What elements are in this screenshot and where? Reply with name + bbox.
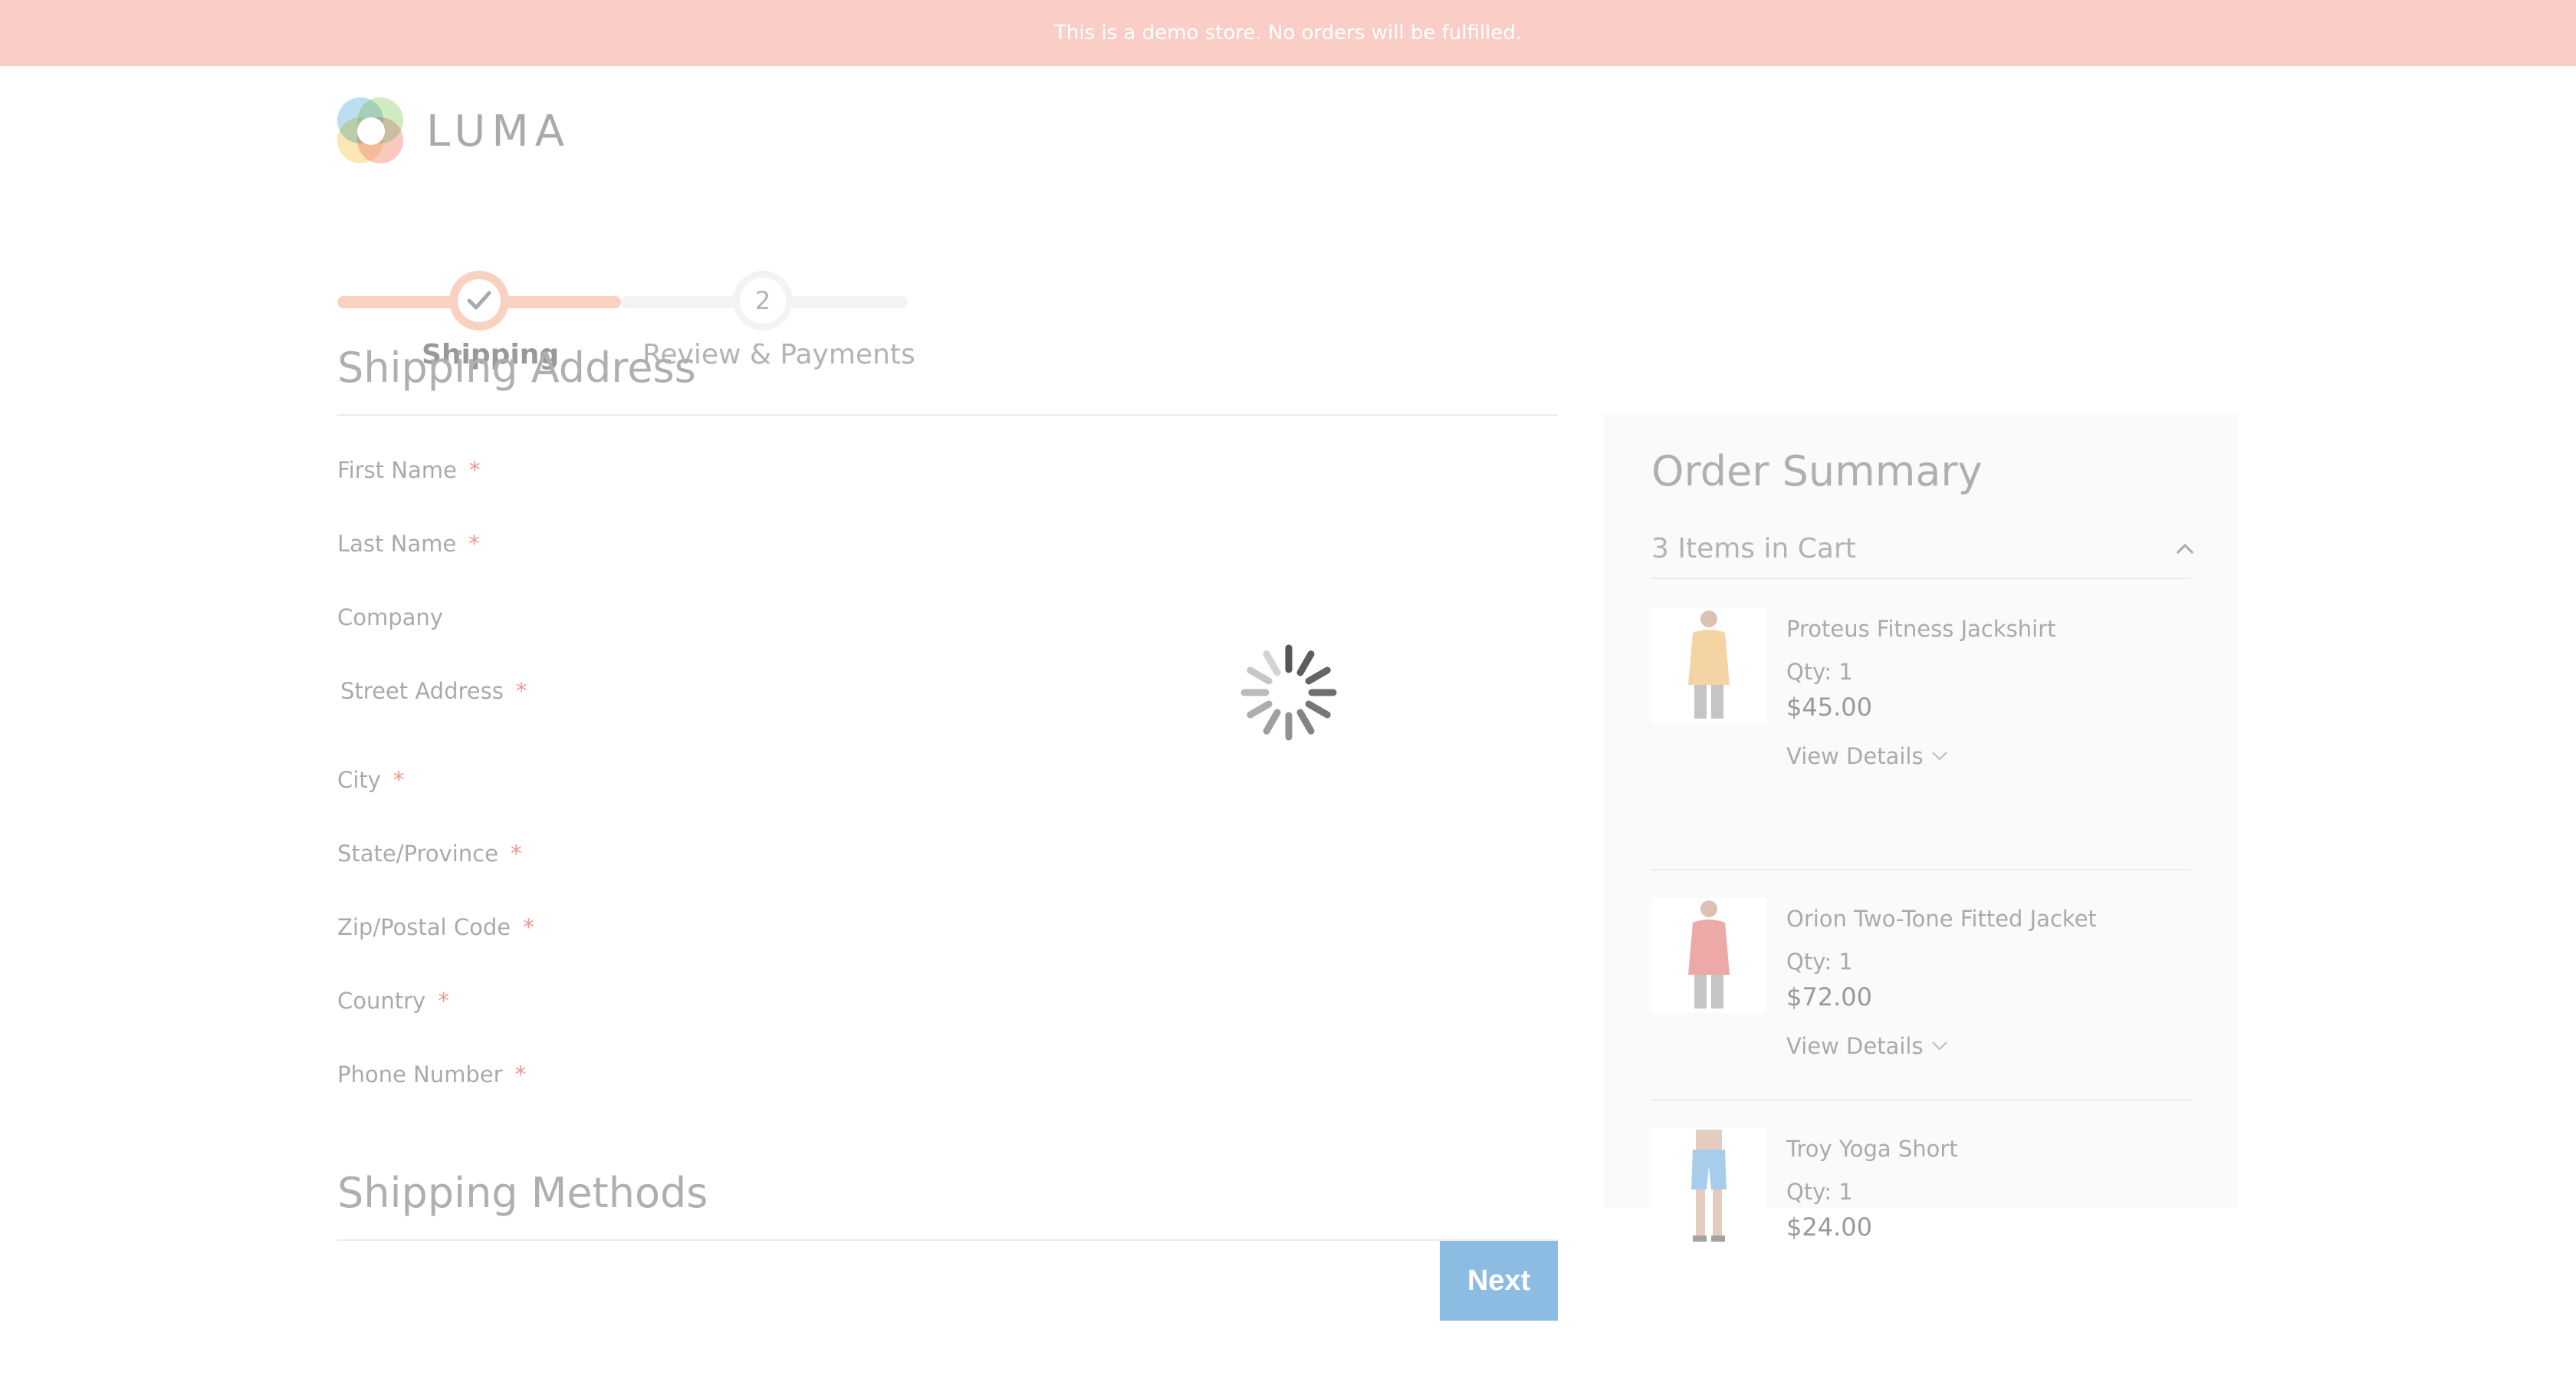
demo-store-notice: This is a demo store. No orders will be …: [1053, 21, 1523, 44]
order-summary: Order Summary 3 Items in Cart Proteus Fi…: [1604, 413, 2239, 1243]
country-label: Country *: [337, 988, 449, 1014]
chevron-up-icon[interactable]: [2171, 535, 2199, 562]
item-name: Orion Two-Tone Fitted Jacket: [1786, 906, 2097, 932]
step-review-marker: 2: [733, 271, 793, 331]
checkout-progress-bar: 2 Shipping Review & Payments: [337, 201, 915, 370]
shipping-address-title: Shipping Address: [337, 344, 696, 392]
chevron-down-icon: [1931, 752, 1947, 761]
jacket-image: [1688, 900, 1730, 1009]
shipping-methods-divider: [337, 1239, 1558, 1241]
product-thumbnail[interactable]: [1651, 1128, 1766, 1243]
luma-logo[interactable]: LUMA: [337, 97, 570, 166]
step-shipping-marker: [449, 271, 509, 331]
jackshirt-image: [1688, 610, 1730, 719]
item-qty: Qty: 1: [1786, 949, 1853, 975]
item-price: $24.00: [1786, 1213, 1872, 1242]
last-name-label: Last Name *: [337, 531, 480, 557]
item-price: $72.00: [1786, 982, 1872, 1012]
city-label: City *: [337, 767, 405, 793]
cart-item: Troy Yoga Short Qty: 1 $24.00: [1651, 1128, 2191, 1243]
item-name: Proteus Fitness Jackshirt: [1786, 616, 2056, 642]
yoga-short-image: [1691, 1130, 1727, 1242]
cart-items-toggle[interactable]: 3 Items in Cart: [1651, 533, 1856, 564]
phone-number-label: Phone Number *: [337, 1061, 527, 1088]
street-address-label: Street Address *: [340, 678, 527, 704]
company-label: Company: [337, 604, 443, 630]
checkmark-icon: [467, 291, 491, 310]
luma-logo-icon: [337, 97, 405, 165]
shipping-methods-title: Shipping Methods: [337, 1169, 708, 1217]
view-details-toggle[interactable]: View Details: [1786, 743, 1948, 769]
shipping-address-divider: [337, 414, 1558, 416]
cart-divider: [1651, 577, 2191, 579]
item-name: Troy Yoga Short: [1786, 1136, 1958, 1162]
item-price: $45.00: [1786, 693, 1872, 722]
zip-postal-code-label: Zip/Postal Code *: [337, 914, 534, 940]
step-review-number: 2: [740, 278, 786, 324]
first-name-label: First Name *: [337, 457, 481, 483]
cart-item: Orion Two-Tone Fitted Jacket Qty: 1 $72.…: [1651, 898, 2191, 1097]
next-button[interactable]: Next: [1440, 1241, 1558, 1321]
order-summary-title: Order Summary: [1651, 447, 1983, 495]
item-qty: Qty: 1: [1786, 1179, 1853, 1205]
view-details-toggle[interactable]: View Details: [1786, 1033, 1948, 1059]
product-thumbnail[interactable]: [1651, 608, 1766, 723]
product-thumbnail[interactable]: [1651, 898, 1766, 1013]
item-qty: Qty: 1: [1786, 659, 1853, 685]
state-province-label: State/Province *: [337, 841, 522, 867]
item-divider: [1651, 869, 2191, 870]
demo-store-banner: This is a demo store. No orders will be …: [0, 0, 2576, 66]
item-divider: [1651, 1099, 2191, 1101]
logo-text: LUMA: [426, 106, 571, 156]
checkout-page: LUMA 2 Shipping Review & Payments Shippi…: [0, 66, 2576, 1382]
chevron-down-icon: [1931, 1041, 1947, 1051]
cart-item: Proteus Fitness Jackshirt Qty: 1 $45.00 …: [1651, 608, 2191, 808]
